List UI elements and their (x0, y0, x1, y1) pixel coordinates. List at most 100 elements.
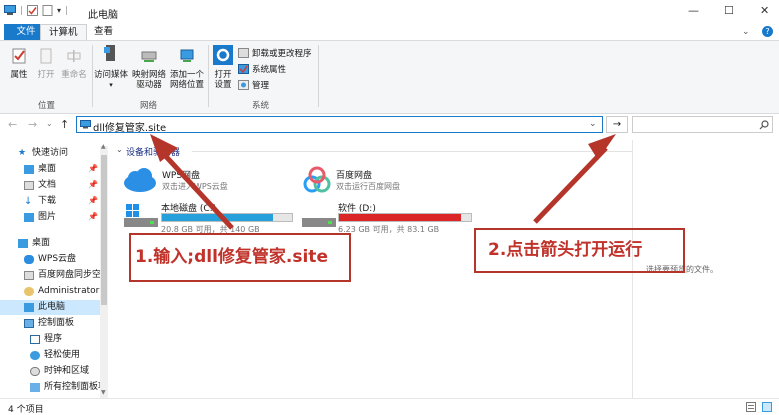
tab-computer[interactable]: 计算机 (40, 24, 87, 41)
ribbon: 属性 打开 重命名 位置 访问媒体 ▾ 映射网络 驱动器 添加一个 网络位置 网… (0, 40, 779, 114)
section-collapse-icon[interactable]: ⌄ (116, 145, 123, 154)
rename-button[interactable]: 重命名 (60, 47, 88, 80)
media-server-icon (104, 45, 115, 61)
ribbon-collapse-icon[interactable]: ⌄ (742, 27, 750, 37)
pin-icon: 📌 (88, 212, 98, 221)
search-box[interactable] (632, 116, 773, 133)
nav-clock-region[interactable]: 时钟和区域 (30, 364, 89, 379)
up-arrow-icon[interactable]: ↑ (60, 118, 69, 131)
section-divider (192, 151, 632, 152)
properties-button[interactable]: 属性 (6, 47, 32, 80)
group-network-label: 网络 (140, 101, 158, 111)
nav-this-pc[interactable]: 此电脑 (0, 300, 100, 315)
nav-administrator[interactable]: Administrator (24, 284, 99, 299)
system-properties-button[interactable]: 系统属性 (238, 63, 286, 75)
baidu-netdisk-item[interactable]: 百度网盘 双击运行百度网盘 (302, 166, 472, 198)
nav-label: 百度网盘同步空间 (38, 270, 100, 280)
open-settings-button[interactable]: 打开 设置 (210, 45, 236, 90)
manage-label: 管理 (252, 81, 270, 91)
uninstall-program-button[interactable]: 卸载或更改程序 (238, 47, 312, 59)
ease-of-access-icon (30, 351, 40, 360)
clock-icon (30, 367, 40, 376)
nav-programs[interactable]: 程序 (30, 332, 62, 347)
open-button[interactable]: 打开 (34, 47, 58, 80)
forward-arrow-icon[interactable]: → (28, 118, 37, 131)
new-folder-icon[interactable] (42, 5, 53, 16)
item-count: 4 个项目 (8, 405, 44, 415)
computer-icon (4, 5, 16, 15)
scroll-up-icon[interactable]: ▲ (101, 143, 106, 150)
nav-label: Administrator (38, 286, 100, 296)
properties-check-icon[interactable] (27, 5, 39, 16)
nav-downloads[interactable]: ↓ 下载 (24, 194, 56, 209)
nav-quick-access[interactable]: ★ 快速访问 (18, 146, 68, 161)
drive-c-item[interactable]: 本地磁盘 (C:) 20.8 GB 可用，共 140 GB (124, 200, 294, 234)
user-icon (24, 287, 34, 296)
nav-documents[interactable]: 文档 (24, 178, 56, 193)
uninstall-label: 卸载或更改程序 (252, 49, 312, 59)
search-icon (759, 120, 769, 130)
maximize-button[interactable]: ☐ (724, 4, 734, 17)
help-icon[interactable]: ? (762, 26, 773, 37)
back-arrow-icon[interactable]: ← (8, 118, 17, 131)
nav-label: 桌面 (32, 238, 51, 248)
address-bar[interactable]: dll修复管家.site ⌄ (76, 116, 603, 134)
nav-all-control-panel[interactable]: 所有控制面板项 (30, 380, 100, 395)
group-system-label: 系统 (252, 101, 270, 111)
map-drive-label-1: 映射网络 (131, 70, 166, 80)
ribbon-separator (92, 45, 93, 107)
open-label: 打开 (37, 70, 55, 80)
map-drive-label-2: 驱动器 (136, 80, 162, 90)
nav-desktop-pinned[interactable]: 桌面 (24, 162, 56, 177)
nav-label: 快速访问 (32, 148, 69, 158)
documents-icon (24, 181, 34, 190)
title-bar: | ▾ | 此电脑 — ☐ ✕ (0, 0, 779, 24)
uninstall-icon (238, 48, 249, 58)
close-button[interactable]: ✕ (760, 4, 769, 17)
minimize-button[interactable]: — (688, 4, 699, 17)
annotation-step-2: 2.点击箭头打开运行 (474, 228, 685, 273)
scroll-down-icon[interactable]: ▼ (101, 389, 106, 396)
baidu-desc: 双击运行百度网盘 (336, 182, 400, 191)
drive-d-usage-fill (339, 214, 462, 221)
add-network-location-button[interactable]: 添加一个 网络位置 (169, 47, 205, 90)
nav-pictures[interactable]: 图片 (24, 210, 56, 225)
wps-cloud-item[interactable]: WPS网盘 双击进入WPS云盘 (122, 166, 292, 198)
manage-icon (238, 80, 249, 90)
drive-d-space: 6.23 GB 可用，共 83.1 GB (338, 225, 440, 234)
system-properties-icon (238, 64, 249, 74)
nav-scrollbar-thumb[interactable] (101, 155, 107, 305)
status-bar: 4 个项目 (0, 398, 779, 415)
manage-button[interactable]: 管理 (238, 79, 269, 91)
cloud-icon (24, 255, 34, 264)
folder-icon (24, 271, 34, 280)
recent-locations-icon[interactable]: ⌄ (46, 119, 53, 128)
computer-icon (24, 303, 34, 312)
drive-d-item[interactable]: 软件 (D:) 6.23 GB 可用，共 83.1 GB (302, 200, 472, 234)
map-network-drive-button[interactable]: 映射网络 驱动器 (131, 47, 167, 90)
address-input[interactable]: dll修复管家.site (93, 119, 166, 134)
nav-wps-cloud[interactable]: WPS云盘 (24, 252, 76, 267)
control-panel-icon (30, 383, 40, 392)
nav-label: 桌面 (38, 164, 57, 174)
access-media-button[interactable]: 访问媒体 ▾ (94, 43, 128, 90)
tab-view[interactable]: 查看 (86, 24, 121, 40)
nav-baidu-sync[interactable]: 百度网盘同步空间 (24, 268, 100, 283)
network-drive-icon (141, 51, 157, 62)
navigation-pane: ★ 快速访问 桌面 文档 ↓ 下载 图片 📌 📌 📌 📌 桌面 WPS云盘 百度网盘… (0, 142, 108, 398)
desktop-icon (18, 239, 28, 248)
nav-desktop[interactable]: 桌面 (18, 236, 50, 251)
qat-dropdown-icon[interactable]: ▾ (57, 6, 61, 15)
drive-c-usage-bar (161, 213, 293, 222)
add-location-label-1: 添加一个 (169, 70, 204, 80)
nav-label: 轻松使用 (44, 350, 81, 360)
nav-label: 图片 (38, 212, 57, 222)
large-icons-view-icon[interactable] (762, 402, 772, 412)
address-dropdown-icon[interactable]: ⌄ (589, 119, 597, 129)
go-arrow-button[interactable]: → (606, 116, 628, 133)
nav-ease-of-access[interactable]: 轻松使用 (30, 348, 80, 363)
windows-drive-icon (124, 204, 158, 227)
control-panel-icon (24, 319, 34, 328)
nav-control-panel[interactable]: 控制面板 (24, 316, 74, 331)
details-view-icon[interactable] (746, 402, 756, 412)
